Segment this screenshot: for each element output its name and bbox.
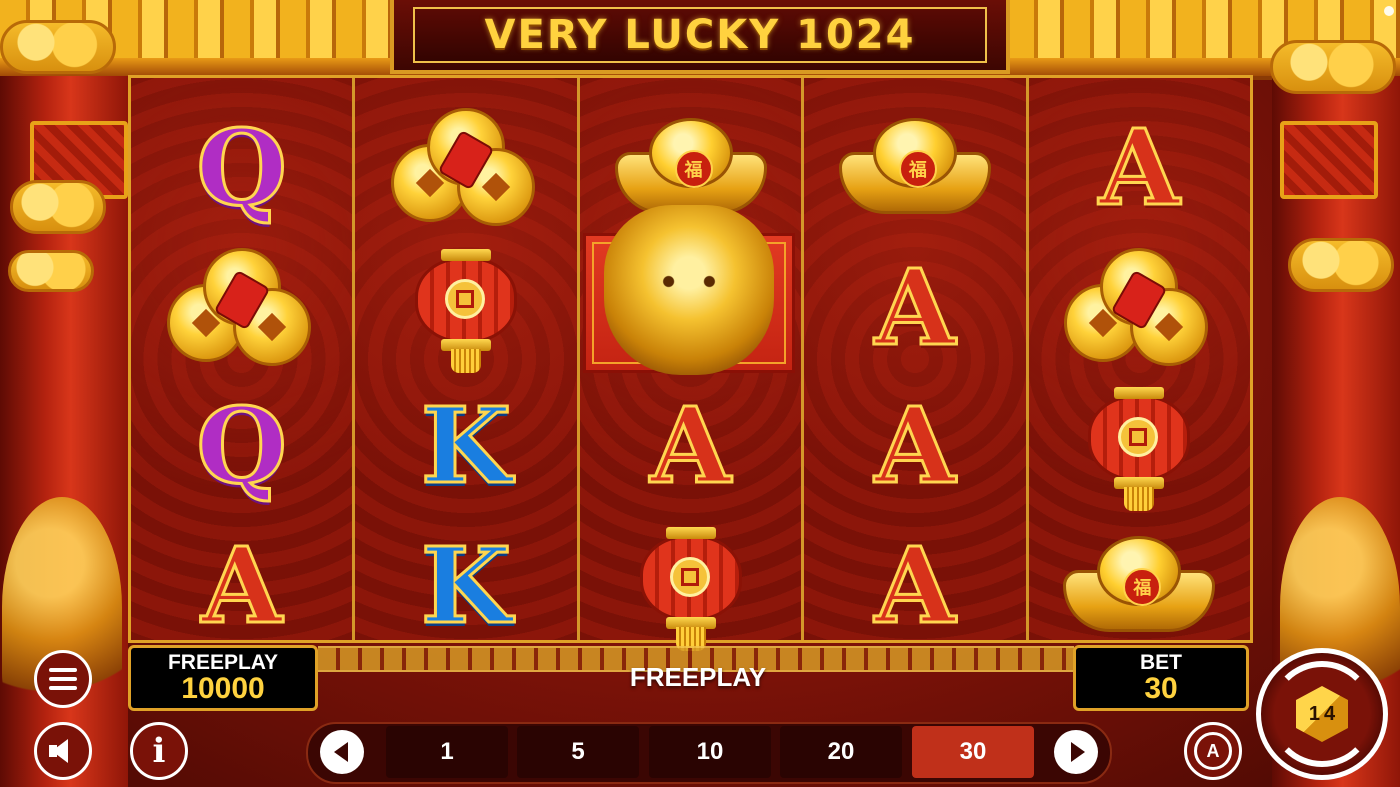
reel-cell (1029, 376, 1250, 516)
symbol-lantern (626, 521, 756, 651)
reel-cell: A (131, 516, 352, 656)
spin-badge-right: 4 (1324, 702, 1336, 725)
symbol-a: A (1097, 106, 1181, 229)
freeplay-panel: FREEPLAY 10000 (128, 645, 318, 711)
sound-button[interactable] (34, 722, 92, 780)
reel-cell: A (804, 376, 1025, 516)
symbol-a: A (873, 524, 957, 647)
hamburger-icon (49, 663, 77, 695)
autoplay-button[interactable]: A (1184, 722, 1242, 780)
bet-value: 30 (1144, 671, 1178, 705)
arrow-left-icon (333, 742, 348, 762)
reel-cell: A (804, 238, 1025, 378)
symbol-a: A (873, 384, 957, 507)
symbol-lantern (401, 243, 531, 373)
symbol-k: K (419, 524, 512, 647)
pillar-lattice (1280, 121, 1378, 199)
dragon-head-icon (603, 205, 774, 375)
reel-5: A福 (1028, 78, 1251, 640)
bet-option-10[interactable]: 10 (649, 726, 771, 778)
reel-cell: A (580, 376, 801, 516)
reel-cell: 福 (1029, 516, 1250, 656)
symbol-coins (1064, 248, 1214, 368)
cloud-icon (8, 250, 94, 292)
symbol-coins (391, 108, 541, 228)
reel-cell (1029, 238, 1250, 378)
autoplay-icon: A (1194, 732, 1232, 770)
reel-cell (580, 516, 801, 656)
cloud-icon (1288, 238, 1394, 292)
reel-1: QQA (131, 78, 356, 640)
reel-cell: K (355, 376, 576, 516)
reel-cell: Q (131, 98, 352, 238)
symbol-gold-ingot: 福 (838, 118, 991, 218)
reel-cell (355, 98, 576, 238)
spin-button[interactable]: 1 4 (1256, 648, 1388, 780)
symbol-q: Q (195, 384, 289, 507)
symbol-q: Q (195, 106, 289, 229)
symbol-a: A (873, 246, 957, 369)
symbol-lantern (1074, 381, 1204, 511)
symbol-coins (166, 248, 317, 368)
cloud-icon (0, 20, 116, 74)
freeplay-label: FREEPLAY (167, 650, 279, 674)
reel-cell: K (355, 516, 576, 656)
reel-3: 福A (579, 78, 805, 651)
symbol-gold-ingot: 福 (1063, 536, 1216, 636)
info-button[interactable]: i (130, 722, 188, 780)
reel-cell: A (804, 516, 1025, 656)
reel-cell: 福 (804, 98, 1025, 238)
reel-cell (355, 238, 576, 378)
symbol-a: A (200, 524, 284, 647)
bet-option-20[interactable]: 20 (780, 726, 902, 778)
reel-cell: Q (131, 376, 352, 516)
reel-cell (131, 238, 352, 378)
title-frame: VERY LUCKY 1024 (413, 7, 987, 63)
symbol-a: A (649, 384, 733, 507)
bet-option-30[interactable]: 30 (912, 726, 1034, 778)
symbol-k: K (419, 384, 512, 507)
game-title: VERY LUCKY 1024 (484, 12, 916, 58)
game-scene: VERY LUCKY 1024 QQAKK福A福AAAA福 FREEPLAY 1… (0, 0, 1400, 787)
bet-next-button[interactable] (1054, 730, 1098, 774)
reel-4: 福AAA (804, 78, 1029, 640)
bet-panel: BET 30 (1073, 645, 1249, 711)
status-message: FREEPLAY (629, 662, 767, 692)
reel-2: KK (355, 78, 580, 640)
speaker-icon (49, 739, 68, 763)
menu-button[interactable] (34, 650, 92, 708)
spin-badge-left: 1 (1308, 702, 1320, 725)
reel-grid: QQAKK福A福AAAA福 (128, 75, 1253, 651)
bet-prev-button[interactable] (320, 730, 364, 774)
bet-label: BET (1140, 650, 1182, 674)
symbol-gold-ingot: 福 (614, 118, 767, 218)
arrow-right-icon (1070, 742, 1085, 762)
cloud-icon (1270, 40, 1396, 94)
status-dot-icon (1384, 6, 1394, 16)
bet-option-1[interactable]: 1 (386, 726, 508, 778)
info-icon: i (152, 731, 166, 771)
symbol-dragon-wild (582, 205, 795, 375)
freeplay-value: 10000 (181, 671, 265, 705)
reel-cell: A (1029, 98, 1250, 238)
bet-option-5[interactable]: 5 (517, 726, 639, 778)
cloud-icon (10, 180, 106, 234)
autoplay-label: A (1206, 740, 1220, 761)
title-banner: VERY LUCKY 1024 (390, 0, 1010, 74)
